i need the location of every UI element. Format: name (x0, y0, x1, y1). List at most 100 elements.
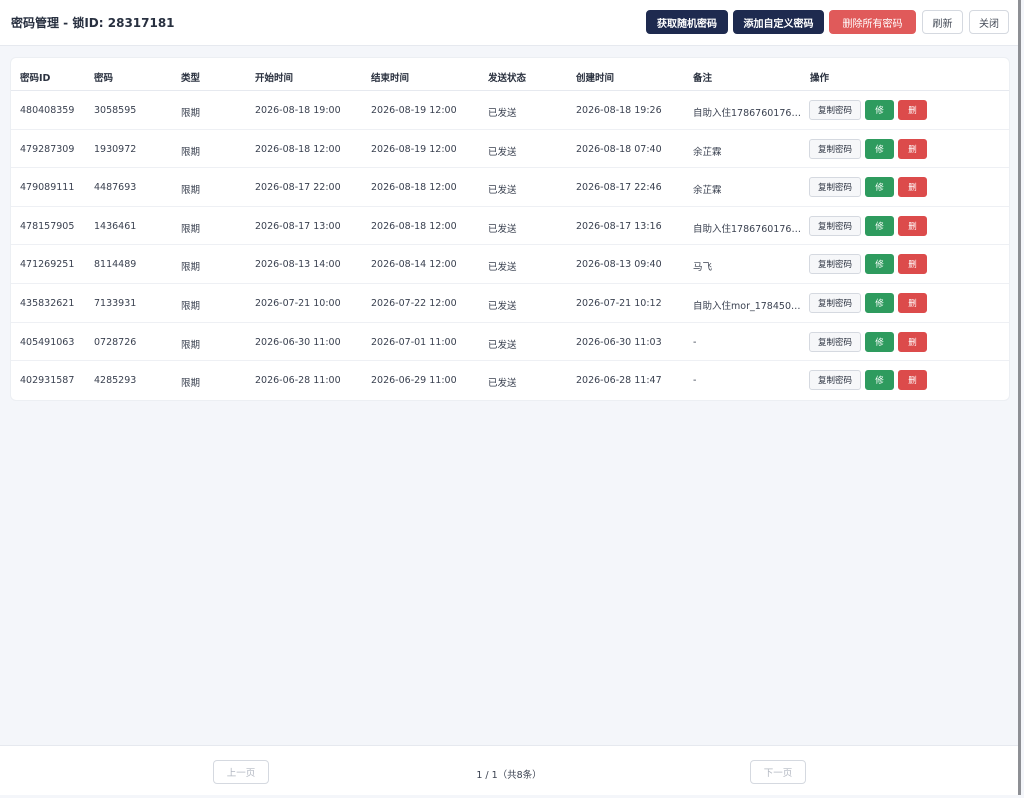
refresh-button[interactable]: 刷新 (922, 10, 963, 34)
table-row: 471269251 8114489 限期 2026-08-13 14:00 2026-0… (11, 245, 1009, 284)
page-title: 密码管理 - 锁ID: 28317181 (11, 16, 175, 30)
edit-password-button[interactable]: 修 (865, 138, 894, 159)
edit-password-button[interactable]: 修 (865, 100, 894, 120)
delete-password-button[interactable]: 删 (898, 331, 927, 352)
cell-type: 限期 (181, 262, 201, 274)
edit-password-button[interactable]: 修 (865, 293, 894, 313)
copy-password-button[interactable]: 复制密码 (809, 100, 861, 120)
cell-start-time: 2026-08-13 14:00 (255, 259, 341, 271)
cell-created-time: 2026-06-30 11:03 (576, 336, 662, 348)
column-header-start-time: 开始时间 (255, 73, 294, 84)
column-header-password: 密码 (94, 73, 114, 84)
cell-password: 4487693 (94, 182, 137, 194)
cell-password-id: 480408359 (20, 105, 75, 116)
cell-created-time: 2026-08-17 13:16 (576, 220, 662, 232)
table-header: 密码ID 密码 类型 开始时间 结束时间 发送状态 创建时间 备注 操作 (11, 58, 1009, 91)
edit-password-button[interactable]: 修 (865, 370, 894, 391)
cell-note: 自助入住1786760176859… (693, 108, 805, 119)
cell-start-time: 2026-08-18 19:00 (255, 105, 341, 116)
close-button[interactable]: 关闭 (969, 10, 1009, 34)
copy-password-button[interactable]: 复制密码 (809, 215, 861, 236)
cell-start-time: 2026-07-21 10:00 (255, 298, 341, 309)
copy-password-button[interactable]: 复制密码 (809, 331, 861, 352)
delete-all-passwords-button[interactable]: 删除所有密码 (829, 10, 916, 34)
cell-password: 1436461 (94, 220, 137, 232)
cell-password: 1930972 (94, 143, 137, 155)
page-info: 1 / 1（共8条） (476, 770, 542, 781)
delete-password-button[interactable]: 删 (898, 177, 927, 198)
cell-created-time: 2026-08-18 07:40 (576, 143, 662, 155)
table-row: 402931587 4285293 限期 2026-06-28 11:00 2026-0… (11, 361, 1009, 400)
cell-type: 限期 (181, 185, 201, 197)
cell-end-time: 2026-07-22 12:00 (371, 298, 457, 309)
column-header-note: 备注 (693, 73, 713, 84)
cell-start-time: 2026-08-17 13:00 (255, 220, 341, 232)
delete-password-button[interactable]: 删 (898, 138, 927, 159)
cell-note: 自助入住1786760176859… (693, 223, 805, 235)
cell-type: 限期 (181, 223, 201, 235)
delete-password-button[interactable]: 删 (898, 254, 927, 275)
cell-type: 限期 (181, 108, 201, 119)
cell-created-time: 2026-07-21 10:12 (576, 298, 662, 309)
edit-password-button[interactable]: 修 (865, 177, 894, 198)
copy-password-button[interactable]: 复制密码 (809, 177, 861, 198)
table-row: 405491063 0728726 限期 2026-06-30 11:00 2026-0… (11, 323, 1009, 362)
cell-send-status: 已发送 (488, 108, 517, 119)
cell-end-time: 2026-08-18 12:00 (371, 182, 457, 194)
cell-password: 7133931 (94, 298, 137, 309)
cell-end-time: 2026-08-19 12:00 (371, 105, 457, 116)
copy-password-button[interactable]: 复制密码 (809, 254, 861, 275)
cell-password: 8114489 (94, 259, 137, 271)
cell-start-time: 2026-08-18 12:00 (255, 143, 341, 155)
cell-send-status: 已发送 (488, 223, 517, 235)
edit-password-button[interactable]: 修 (865, 331, 894, 352)
cell-end-time: 2026-08-18 12:00 (371, 220, 457, 232)
copy-password-button[interactable]: 复制密码 (809, 293, 861, 313)
cell-send-status: 已发送 (488, 262, 517, 274)
delete-password-button[interactable]: 删 (898, 370, 927, 391)
cell-note: - (693, 336, 697, 348)
cell-send-status: 已发送 (488, 378, 517, 390)
cell-send-status: 已发送 (488, 301, 517, 312)
cell-password: 0728726 (94, 336, 137, 348)
header-bar: 密码管理 - 锁ID: 28317181 获取随机密码 添加自定义密码 删除所有… (0, 0, 1018, 46)
delete-password-button[interactable]: 删 (898, 100, 927, 120)
column-header-send-status: 发送状态 (488, 73, 527, 84)
table-row: 435832621 7133931 限期 2026-07-21 10:00 2026-0… (11, 284, 1009, 323)
cell-password-id: 435832621 (20, 298, 75, 309)
delete-password-button[interactable]: 删 (898, 293, 927, 313)
cell-end-time: 2026-08-19 12:00 (371, 143, 457, 155)
cell-end-time: 2026-07-01 11:00 (371, 336, 457, 348)
cell-note: 余芷霖 (693, 185, 722, 197)
get-random-password-button[interactable]: 获取随机密码 (646, 10, 728, 34)
column-header-type: 类型 (181, 73, 201, 84)
table-row: 479089111 4487693 限期 2026-08-17 22:00 2026-0… (11, 168, 1009, 207)
table-row: 480408359 3058595 限期 2026-08-18 19:00 2026-0… (11, 91, 1009, 130)
copy-password-button[interactable]: 复制密码 (809, 370, 861, 391)
cell-password-id: 471269251 (20, 259, 75, 271)
cell-send-status: 已发送 (488, 146, 517, 158)
copy-password-button[interactable]: 复制密码 (809, 138, 861, 159)
cell-type: 限期 (181, 146, 201, 158)
cell-password-id: 479089111 (20, 182, 75, 194)
edit-password-button[interactable]: 修 (865, 215, 894, 236)
cell-end-time: 2026-06-29 11:00 (371, 375, 457, 387)
add-custom-password-button[interactable]: 添加自定义密码 (733, 10, 824, 34)
cell-created-time: 2026-08-13 09:40 (576, 259, 662, 271)
next-page-button[interactable]: 下一页 (750, 760, 806, 784)
cell-created-time: 2026-08-18 19:26 (576, 105, 662, 116)
pagination-bar: 上一页 1 / 1（共8条） 下一页 (0, 745, 1018, 795)
column-header-created-time: 创建时间 (576, 73, 615, 84)
column-header-actions: 操作 (810, 73, 830, 84)
cell-type: 限期 (181, 339, 201, 351)
cell-password-id: 402931587 (20, 375, 75, 387)
cell-start-time: 2026-06-28 11:00 (255, 375, 341, 387)
cell-password-id: 479287309 (20, 143, 75, 155)
cell-note: 马飞 (693, 262, 713, 274)
cell-created-time: 2026-08-17 22:46 (576, 182, 662, 194)
delete-password-button[interactable]: 删 (898, 215, 927, 236)
cell-type: 限期 (181, 378, 201, 390)
edit-password-button[interactable]: 修 (865, 254, 894, 275)
column-header-password-id: 密码ID (20, 73, 51, 84)
cell-send-status: 已发送 (488, 339, 517, 351)
